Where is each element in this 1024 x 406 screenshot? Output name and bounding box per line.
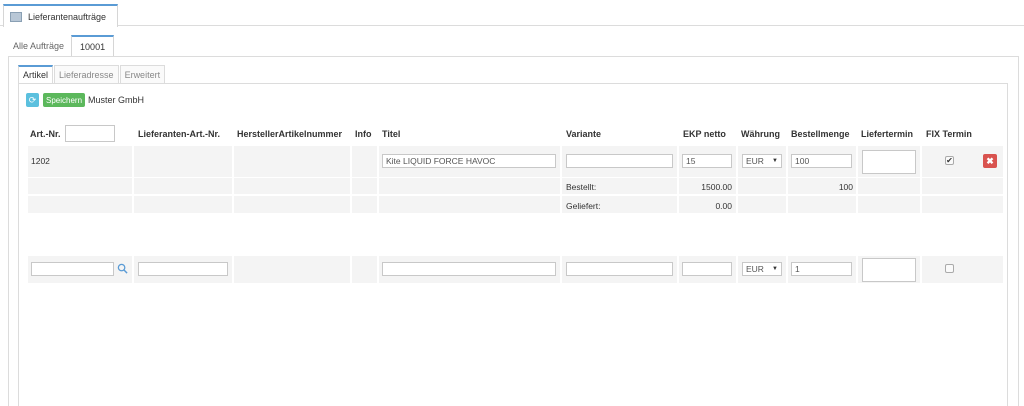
refresh-button[interactable]: ⟳ (26, 93, 39, 107)
new-ekp-input[interactable] (682, 262, 732, 276)
header-variant: Variante (566, 129, 602, 139)
tab-order-10001[interactable]: 10001 (71, 35, 115, 57)
header-order-qty: Bestellmenge (791, 129, 850, 139)
item-fix-checkbox[interactable]: ✔ (945, 156, 954, 165)
order-tabs: Alle Aufträge 10001 (8, 35, 115, 57)
header-ekp-netto: EKP netto (683, 129, 726, 139)
item-ekp-input[interactable]: 15 (682, 154, 732, 168)
supplier-name: Muster GmbH (88, 95, 145, 105)
item-title-input[interactable]: Kite LIQUID FORCE HAVOC (382, 154, 556, 168)
delivered-label: Geliefert: (566, 201, 601, 211)
check-icon: ✔ (946, 156, 953, 165)
new-art-nr-input[interactable] (31, 262, 114, 276)
item-currency-select[interactable]: EUR ▼ (742, 154, 782, 168)
header-art-nr: Art.-Nr. (30, 129, 61, 139)
tab-label: Lieferantenaufträge (28, 11, 107, 22)
save-button[interactable]: Speichern (43, 93, 86, 107)
header-info: Info (355, 129, 372, 139)
new-supplier-art-nr-input[interactable] (138, 262, 228, 276)
header-fix-date: FIX Termin (926, 129, 972, 139)
new-title-input[interactable] (382, 262, 556, 276)
window-tabbar: Lieferantenaufträge (0, 0, 1024, 27)
delete-row-button[interactable]: ✖ (983, 154, 997, 168)
toolbar: ⟳ Speichern Muster GmbH (26, 92, 144, 108)
item-art-nr: 1202 (31, 156, 50, 166)
new-currency-select[interactable]: EUR ▼ (742, 262, 782, 276)
header-supplier-art-nr: Lieferanten-Art.-Nr. (138, 129, 221, 139)
item-qty-input[interactable]: 100 (791, 154, 852, 168)
header-currency: Währung (741, 129, 780, 139)
ordered-ekp-value: 1500.00 (701, 182, 732, 192)
times-icon: ✖ (986, 155, 994, 166)
item-delivery-date-input[interactable] (862, 150, 916, 174)
refresh-icon: ⟳ (28, 94, 37, 105)
tab-lieferadresse[interactable]: Lieferadresse (54, 65, 119, 83)
divider (8, 56, 1019, 57)
header-manufacturer-art-nr: HerstellerArtikelnummer (237, 129, 343, 139)
header-title: Titel (382, 129, 401, 139)
art-nr-filter-input[interactable] (65, 125, 115, 142)
delivered-ekp-value: 0.00 (715, 201, 732, 211)
divider (18, 83, 1008, 84)
new-delivery-date-input[interactable] (862, 258, 916, 282)
ordered-label: Bestellt: (566, 182, 597, 192)
tab-all-orders[interactable]: Alle Aufträge (8, 35, 69, 57)
new-variant-input[interactable] (566, 262, 673, 276)
new-qty-input[interactable]: 1 (791, 262, 852, 276)
detail-tabs: Artikel Lieferadresse Erweitert (18, 65, 166, 83)
chevron-down-icon: ▼ (772, 158, 778, 164)
search-icon[interactable] (117, 263, 128, 274)
chevron-down-icon: ▼ (772, 266, 778, 272)
header-delivery-date: Liefertermin (861, 129, 914, 139)
tab-lieferantenauftraege[interactable]: Lieferantenaufträge (3, 4, 118, 27)
tab-artikel[interactable]: Artikel (18, 65, 54, 83)
ordered-qty-value: 100 (838, 182, 853, 192)
new-fix-checkbox[interactable] (945, 264, 954, 273)
window-icon (10, 11, 22, 22)
tab-erweitert[interactable]: Erweitert (119, 65, 166, 83)
item-variant-input[interactable] (566, 154, 673, 168)
page: Lieferantenaufträge Alle Aufträge 10001 … (0, 0, 1024, 406)
